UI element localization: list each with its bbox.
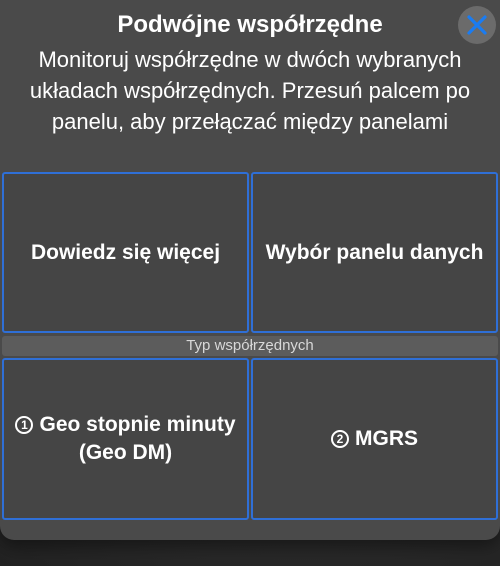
dialog-title: Podwójne współrzędne bbox=[117, 11, 383, 38]
learn-more-label: Dowiedz się więcej bbox=[30, 240, 221, 264]
close-icon bbox=[467, 15, 487, 35]
coordinate-type-header: Typ współrzędnych bbox=[2, 336, 498, 356]
coordinate-option-geo-dm[interactable]: 1 Geo stopnie minuty (Geo DM) bbox=[2, 358, 249, 520]
coordinate-option-mgrs[interactable]: 2 MGRS bbox=[251, 358, 498, 520]
learn-more-button[interactable]: Dowiedz się więcej bbox=[2, 172, 249, 333]
number-1-icon: 1 bbox=[15, 416, 34, 434]
close-button[interactable] bbox=[458, 6, 496, 44]
data-panel-selection-label: Wybór panelu danych bbox=[265, 240, 484, 264]
coordinate-option-geo-dm-label: 1 Geo stopnie minuty (Geo DM) bbox=[15, 411, 236, 467]
dual-coordinates-dialog: Podwójne współrzędne Monitoruj współrzęd… bbox=[0, 0, 500, 540]
coordinate-option-mgrs-label: 2 MGRS bbox=[331, 425, 418, 453]
number-2-icon: 2 bbox=[331, 430, 349, 448]
dialog-description: Monitoruj współrzędne w dwóch wybranych … bbox=[29, 47, 471, 134]
data-panel-selection-button[interactable]: Wybór panelu danych bbox=[251, 172, 498, 333]
